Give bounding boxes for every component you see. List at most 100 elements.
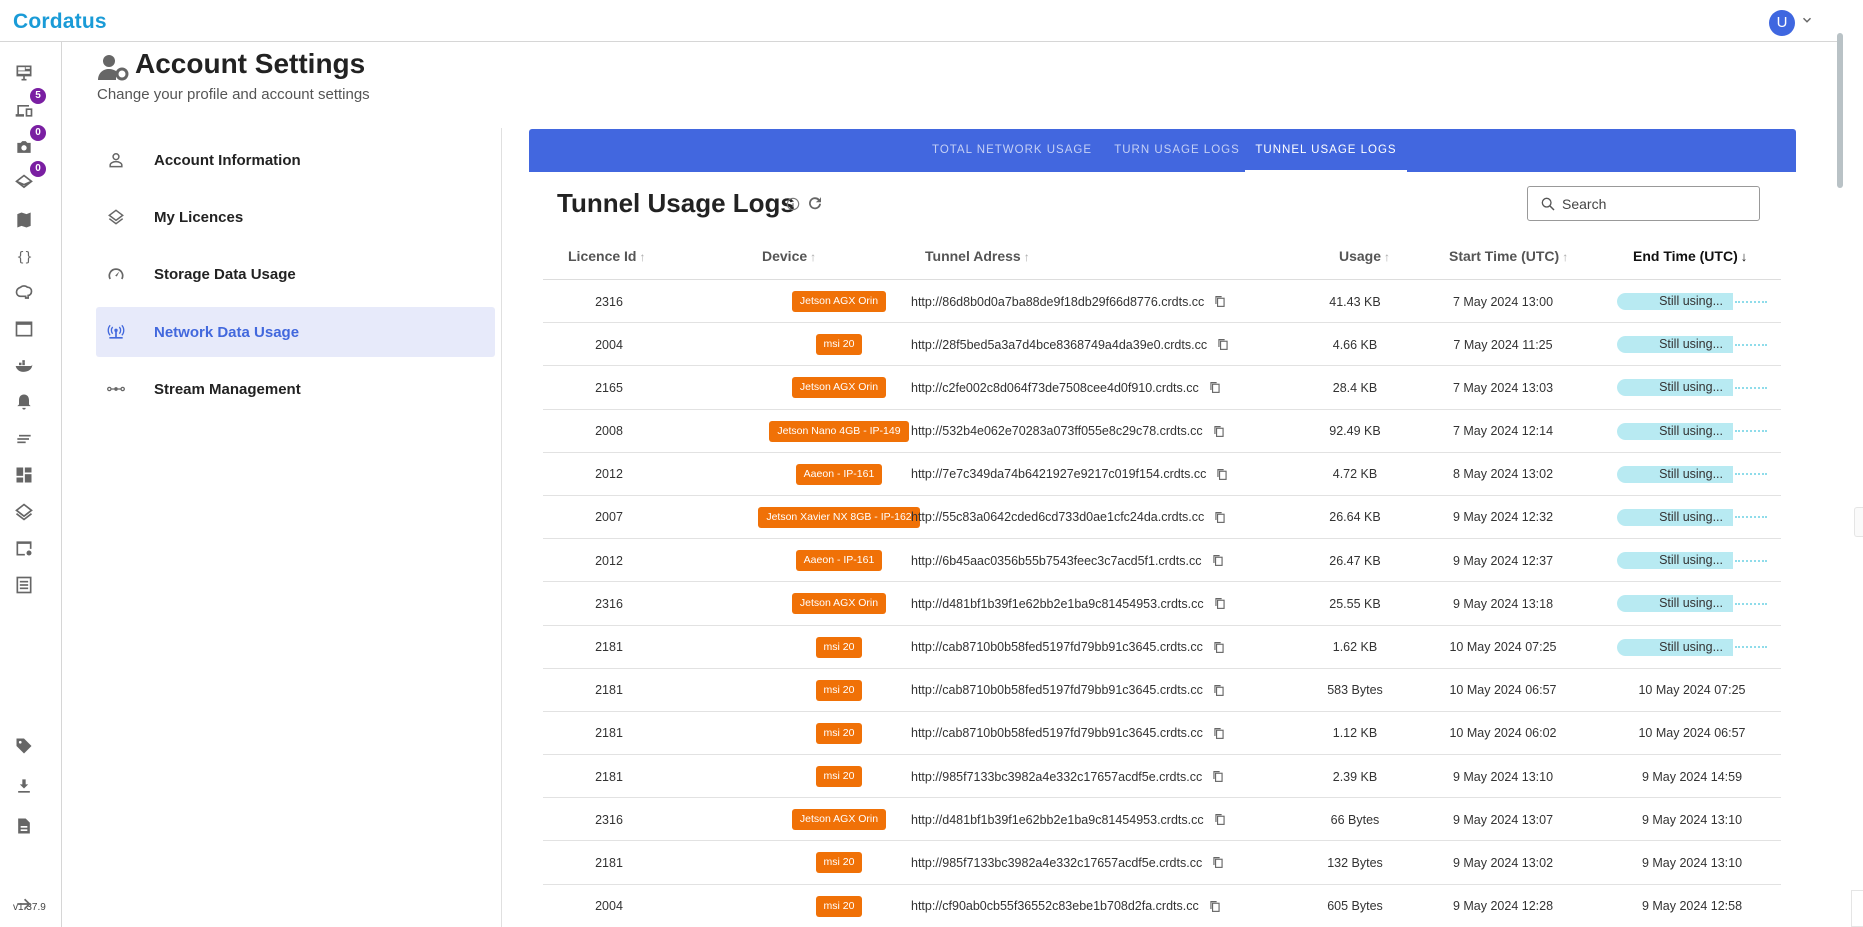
tunnel-address[interactable]: http://d481bf1b39f1e62bb2e1ba9c81454953.…	[911, 597, 1204, 611]
tunnel-address[interactable]: http://d481bf1b39f1e62bb2e1ba9c81454953.…	[911, 813, 1204, 827]
table-row[interactable]: 2004 msi 20 http://cf90ab0cb55f36552c83ebe…	[543, 885, 1781, 927]
tunnel-address[interactable]: http://532b4e062e70283a073ff055e8c29c78.…	[911, 424, 1203, 438]
device-chip[interactable]: Aaeon - IP-161	[795, 463, 883, 485]
device-chip[interactable]: Aaeon - IP-161	[795, 550, 883, 572]
copy-icon[interactable]	[1217, 338, 1229, 351]
download-icon[interactable]	[13, 775, 35, 797]
copy-icon[interactable]	[1213, 641, 1225, 654]
dashboard-icon[interactable]	[13, 464, 35, 486]
tab-total-network-usage[interactable]: Total Network Usage	[921, 129, 1103, 172]
device-chip[interactable]: Jetson AGX Orin	[791, 809, 887, 831]
search-field[interactable]	[1527, 186, 1760, 221]
device-chip[interactable]: Jetson AGX Orin	[791, 593, 887, 615]
tunnel-address[interactable]: http://cab8710b0b58fed5197fd79bb91c3645.…	[911, 640, 1203, 654]
document-list-icon[interactable]	[13, 574, 35, 596]
copy-icon[interactable]	[1212, 554, 1224, 567]
device-chip[interactable]: msi 20	[815, 636, 863, 658]
table-row[interactable]: 2012 Aaeon - IP-161 http://7e7c349da74b642…	[543, 453, 1781, 496]
column-end-time[interactable]: End Time (UTC) ↓	[1633, 236, 1747, 280]
column-tunnel-adress[interactable]: Tunnel Adress ↑	[925, 236, 1030, 280]
page-scrollbar-thumb[interactable]	[1837, 33, 1843, 188]
copy-icon[interactable]	[1212, 770, 1224, 783]
camera-icon[interactable]: 0	[13, 125, 46, 158]
docker-icon[interactable]	[13, 355, 35, 377]
copy-icon[interactable]	[1209, 381, 1221, 394]
device-chip[interactable]: msi 20	[815, 852, 863, 874]
copy-icon[interactable]	[1214, 597, 1226, 610]
tunnel-address[interactable]: http://86d8b0d0a7ba88de9f18db29f66d8776.…	[911, 295, 1204, 309]
table-row[interactable]: 2007 Jetson Xavier NX 8GB - IP-162 http://…	[543, 496, 1781, 540]
table-row[interactable]: 2012 Aaeon - IP-161 http://6b45aac0356b55b…	[543, 539, 1781, 583]
table-row[interactable]: 2165 Jetson AGX Orin http://c2fe002c8d064f…	[543, 366, 1781, 410]
table-row[interactable]: 2181 msi 20 http://985f7133bc3982a4e332c17…	[543, 755, 1781, 799]
brain-icon[interactable]	[13, 282, 35, 304]
tunnel-address[interactable]: http://cab8710b0b58fed5197fd79bb91c3645.…	[911, 726, 1203, 740]
nav-storage-data-usage[interactable]: Storage Data Usage	[96, 249, 495, 299]
copy-icon[interactable]	[1216, 468, 1228, 481]
map-icon[interactable]	[13, 209, 35, 231]
device-chip[interactable]: Jetson AGX Orin	[791, 377, 887, 399]
table-row[interactable]: 2181 msi 20 http://985f7133bc3982a4e332c17…	[543, 841, 1781, 885]
column-start-time[interactable]: Start Time (UTC) ↑	[1449, 236, 1568, 280]
tunnel-address[interactable]: http://cf90ab0cb55f36552c83ebe1b708d2fa.…	[911, 899, 1199, 913]
device-chip[interactable]: msi 20	[815, 722, 863, 744]
side-panel-handle[interactable]	[1854, 507, 1863, 537]
monitor-icon[interactable]	[13, 62, 35, 84]
copy-icon[interactable]	[1214, 511, 1226, 524]
alarm-bell-icon[interactable]	[13, 391, 35, 413]
window-settings-icon[interactable]	[13, 537, 35, 559]
window-icon[interactable]	[13, 318, 35, 340]
device-chip[interactable]: msi 20	[815, 766, 863, 788]
tunnel-address[interactable]: http://cab8710b0b58fed5197fd79bb91c3645.…	[911, 683, 1203, 697]
copy-icon[interactable]	[1213, 425, 1225, 438]
code-braces-icon[interactable]: {}	[13, 245, 35, 267]
device-chip[interactable]: Jetson Xavier NX 8GB - IP-162	[758, 506, 920, 528]
info-icon[interactable]	[786, 197, 800, 211]
nav-account-information[interactable]: Account Information	[96, 135, 495, 185]
device-chip[interactable]: msi 20	[815, 679, 863, 701]
copy-icon[interactable]	[1213, 727, 1225, 740]
tunnel-address[interactable]: http://985f7133bc3982a4e332c17657acdf5e.…	[911, 856, 1202, 870]
tunnel-address[interactable]: http://28f5bed5a3a7d4bce8368749a4da39e0.…	[911, 338, 1207, 352]
device-chip[interactable]: msi 20	[815, 895, 863, 917]
table-row[interactable]: 2316 Jetson AGX Orin http://86d8b0d0a7ba88…	[543, 280, 1781, 324]
table-row[interactable]: 2181 msi 20 http://cab8710b0b58fed5197fd79…	[543, 626, 1781, 669]
file-icon[interactable]	[13, 815, 35, 837]
tunnel-address[interactable]: http://985f7133bc3982a4e332c17657acdf5e.…	[911, 770, 1202, 784]
copy-icon[interactable]	[1209, 900, 1221, 913]
table-row[interactable]: 2181 msi 20 http://cab8710b0b58fed5197fd79…	[543, 669, 1781, 712]
nav-network-data-usage[interactable]: Network Data Usage	[96, 307, 495, 357]
copy-icon[interactable]	[1214, 813, 1226, 826]
nav-my-licences[interactable]: My Licences	[96, 192, 495, 242]
column-usage[interactable]: Usage ↑	[1339, 236, 1390, 280]
copy-icon[interactable]	[1212, 856, 1224, 869]
table-row[interactable]: 2316 Jetson AGX Orin http://d481bf1b39f1e6…	[543, 798, 1781, 842]
expand-arrow-icon[interactable]	[13, 893, 35, 915]
copy-icon[interactable]	[1213, 684, 1225, 697]
table-row[interactable]: 2008 Jetson Nano 4GB - IP-149 http://532b4…	[543, 410, 1781, 453]
tab-turn-usage-logs[interactable]: Turn Usage Logs	[1103, 129, 1251, 172]
nav-stream-management[interactable]: Stream Management	[96, 364, 495, 414]
layers-outline-icon[interactable]	[13, 501, 35, 523]
tunnel-address[interactable]: http://7e7c349da74b6421927e9217c019f154.…	[911, 467, 1206, 481]
layers-icon[interactable]: 0	[13, 161, 46, 194]
tunnel-address[interactable]: http://c2fe002c8d064f73de7508cee4d0f910.…	[911, 381, 1199, 395]
list-lines-icon[interactable]	[13, 428, 35, 450]
device-chip[interactable]: Jetson Nano 4GB - IP-149	[769, 420, 909, 442]
tab-tunnel-usage-logs[interactable]: Tunnel Usage Logs	[1245, 129, 1407, 172]
table-row[interactable]: 2181 msi 20 http://cab8710b0b58fed5197fd79…	[543, 712, 1781, 756]
table-row[interactable]: 2004 msi 20 http://28f5bed5a3a7d4bce836874…	[543, 323, 1781, 367]
tag-icon[interactable]	[13, 735, 35, 757]
devices-icon[interactable]: 5	[13, 88, 46, 121]
table-row[interactable]: 2316 Jetson AGX Orin http://d481bf1b39f1e6…	[543, 582, 1781, 626]
tunnel-address[interactable]: http://55c83a0642cded6cd733d0ae1cfc24da.…	[911, 510, 1204, 524]
chevron-down-icon[interactable]	[1800, 13, 1814, 27]
user-avatar[interactable]: U	[1769, 10, 1795, 36]
column-licence-id[interactable]: Licence Id ↑	[568, 236, 645, 280]
copy-icon[interactable]	[1214, 295, 1226, 308]
device-chip[interactable]: msi 20	[815, 334, 863, 356]
search-input[interactable]	[1562, 193, 1752, 215]
device-chip[interactable]: Jetson AGX Orin	[791, 291, 887, 312]
brand-logo[interactable]: Cordatus	[13, 10, 107, 34]
tunnel-address[interactable]: http://6b45aac0356b55b7543feec3c7acd5f1.…	[911, 554, 1202, 568]
